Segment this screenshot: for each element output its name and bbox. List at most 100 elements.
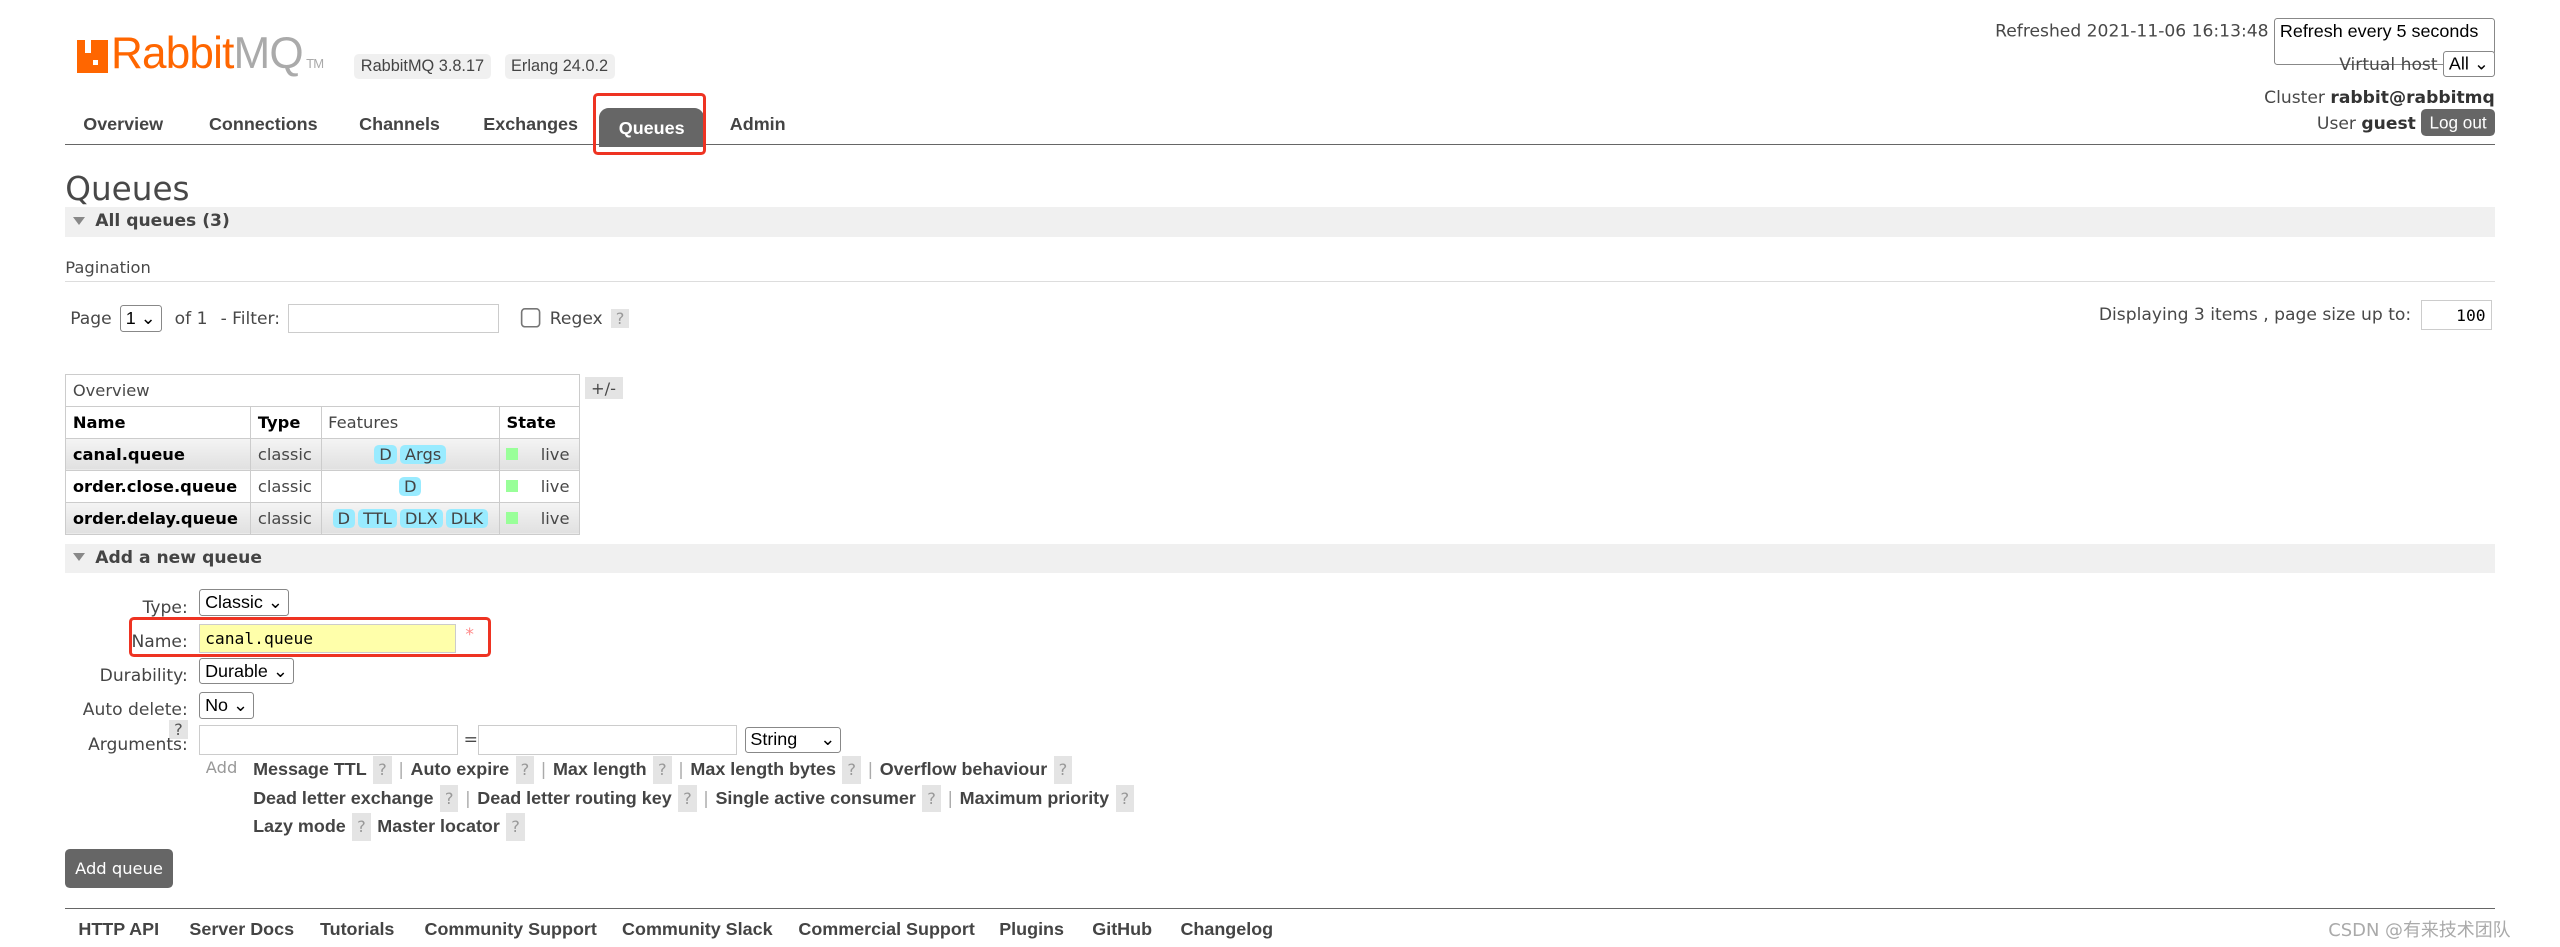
argument-key-input[interactable] (199, 724, 458, 755)
toggle-columns-button[interactable]: +/- (584, 377, 623, 400)
help-icon[interactable]: ? (678, 784, 697, 813)
footer-link[interactable]: HTTP API (78, 919, 159, 940)
all-queues-section[interactable]: All queues (3) (65, 207, 2495, 237)
feature-badge: DLX (399, 508, 443, 528)
help-icon[interactable]: ? (1115, 784, 1135, 813)
page-title: Queues (65, 169, 190, 208)
help-icon[interactable]: ? (515, 755, 535, 784)
separator: | (465, 788, 471, 809)
help-icon[interactable]: ? (352, 813, 371, 842)
footer-link[interactable]: Changelog (1180, 919, 1273, 940)
argument-shortcut-link[interactable]: Message TTL (253, 759, 367, 779)
tab-channels[interactable]: Channels (359, 114, 440, 135)
argument-shortcut-link[interactable]: Auto expire (410, 759, 509, 779)
argument-shortcut-link[interactable]: Lazy mode (253, 816, 346, 836)
footer-link[interactable]: Plugins (999, 919, 1064, 940)
argument-shortcut-link[interactable]: Maximum priority (960, 788, 1110, 808)
add-label: Add (205, 757, 238, 777)
tab-overview[interactable]: Overview (83, 114, 163, 135)
status-indicator (506, 448, 518, 460)
erlang-badge: Erlang 24.0.2 (504, 53, 615, 80)
watermark: CSDN @有来技术团队 (2328, 919, 2511, 941)
separator: | (678, 759, 684, 780)
queue-name-link[interactable]: order.close.queue (65, 469, 252, 503)
argument-shortcut-link[interactable]: Overflow behaviour (880, 759, 1047, 779)
page-size-input[interactable] (2420, 300, 2492, 331)
cluster-row: Cluster rabbit@rabbitmq (2264, 88, 2495, 109)
tab-connections[interactable]: Connections (209, 114, 318, 135)
argument-shortcuts: Message TTL? | Auto expire? | Max length? | Ma… (253, 755, 1141, 842)
table-row[interactable]: order.delay.queue classic D TTL DLX DLK live (65, 501, 580, 535)
status-indicator (506, 512, 518, 524)
help-icon[interactable]: ? (653, 755, 672, 784)
footer-link[interactable]: Server Docs (189, 919, 294, 940)
footer-link[interactable]: Community Slack (622, 919, 773, 940)
separator: | (540, 759, 547, 780)
filter-input[interactable] (288, 303, 500, 334)
argument-shortcut-link[interactable]: Single active consumer (715, 788, 915, 808)
vhost-select[interactable]: All ⌄ (2443, 51, 2495, 77)
help-icon[interactable]: ? (506, 813, 525, 842)
pagination-row: Page 1 ⌄ of 1 - Filter: Regex? (70, 303, 630, 334)
collapse-icon (73, 553, 86, 561)
feature-badge: D (399, 476, 422, 496)
argument-shortcut-link[interactable]: Max length bytes (690, 759, 836, 779)
main-nav: Overview Connections Channels Exchanges … (65, 104, 2495, 147)
help-icon[interactable]: ? (440, 784, 459, 813)
highlight-box (128, 617, 491, 658)
argument-shortcut-link[interactable]: Dead letter routing key (477, 788, 671, 808)
status-indicator (506, 480, 518, 492)
type-label: Type: (142, 597, 188, 618)
feature-badge: Args (399, 444, 447, 464)
queue-name-link[interactable]: order.delay.queue (65, 501, 252, 535)
divider (65, 280, 2495, 282)
separator: | (703, 788, 709, 809)
queues-table: Overview Name Type Features State canal.que… (65, 373, 580, 535)
help-icon[interactable]: ? (610, 309, 630, 329)
col-features: Features (320, 405, 500, 439)
equals-sign: = (463, 729, 479, 750)
help-icon[interactable]: ? (922, 784, 941, 813)
user-row: User guest Log out (2317, 109, 2495, 136)
argument-shortcut-link[interactable]: Master locator (377, 816, 500, 836)
vhost-row: Virtual host All ⌄ (2339, 51, 2495, 77)
col-type: Type (250, 405, 322, 439)
tab-admin[interactable]: Admin (730, 114, 786, 135)
footer-link[interactable]: GitHub (1092, 919, 1152, 940)
page-select[interactable]: 1 ⌄ (119, 305, 162, 332)
separator: | (867, 759, 874, 780)
durability-select[interactable]: Durable ⌄ (199, 657, 294, 685)
autodelete-select[interactable]: No ⌄ (199, 692, 254, 719)
col-name: Name (65, 405, 252, 439)
type-select[interactable]: Classic ⌄ (199, 589, 289, 616)
argument-value-input[interactable] (478, 724, 737, 755)
feature-badge: D (374, 444, 397, 464)
argument-shortcut-link[interactable]: Dead letter exchange (253, 788, 433, 808)
durability-label: Durability: (99, 666, 188, 687)
help-icon[interactable]: ? (373, 755, 392, 784)
table-row[interactable]: order.close.queue classic Dlive (65, 469, 580, 503)
rabbitmq-logo[interactable]: Rabbit MQ TM (76, 29, 330, 79)
column-group: Overview (65, 373, 580, 407)
argument-type-select[interactable]: String ⌄ (744, 726, 842, 753)
table-row[interactable]: canal.queue classic D Args live (65, 437, 580, 471)
help-icon[interactable]: ? (1053, 755, 1073, 784)
add-queue-section[interactable]: Add a new queue (65, 543, 2495, 574)
argument-shortcut-link[interactable]: Max length (553, 759, 647, 779)
separator: | (398, 759, 404, 780)
feature-badge: DLK (445, 508, 488, 528)
feature-badge: TTL (358, 508, 397, 528)
regex-checkbox[interactable] (520, 307, 542, 330)
feature-badge: D (332, 508, 355, 528)
footer-link[interactable]: Community Support (425, 919, 597, 940)
queue-name-link[interactable]: canal.queue (65, 437, 252, 471)
separator: | (947, 788, 954, 809)
help-icon[interactable]: ? (842, 755, 861, 784)
footer-link[interactable]: Tutorials (320, 919, 394, 940)
tab-exchanges[interactable]: Exchanges (483, 114, 578, 135)
highlight-box (592, 93, 707, 155)
collapse-icon (73, 216, 86, 225)
add-queue-button[interactable]: Add queue (65, 849, 173, 888)
logout-button[interactable]: Log out (2421, 109, 2495, 136)
footer-link[interactable]: Commercial Support (798, 919, 974, 940)
